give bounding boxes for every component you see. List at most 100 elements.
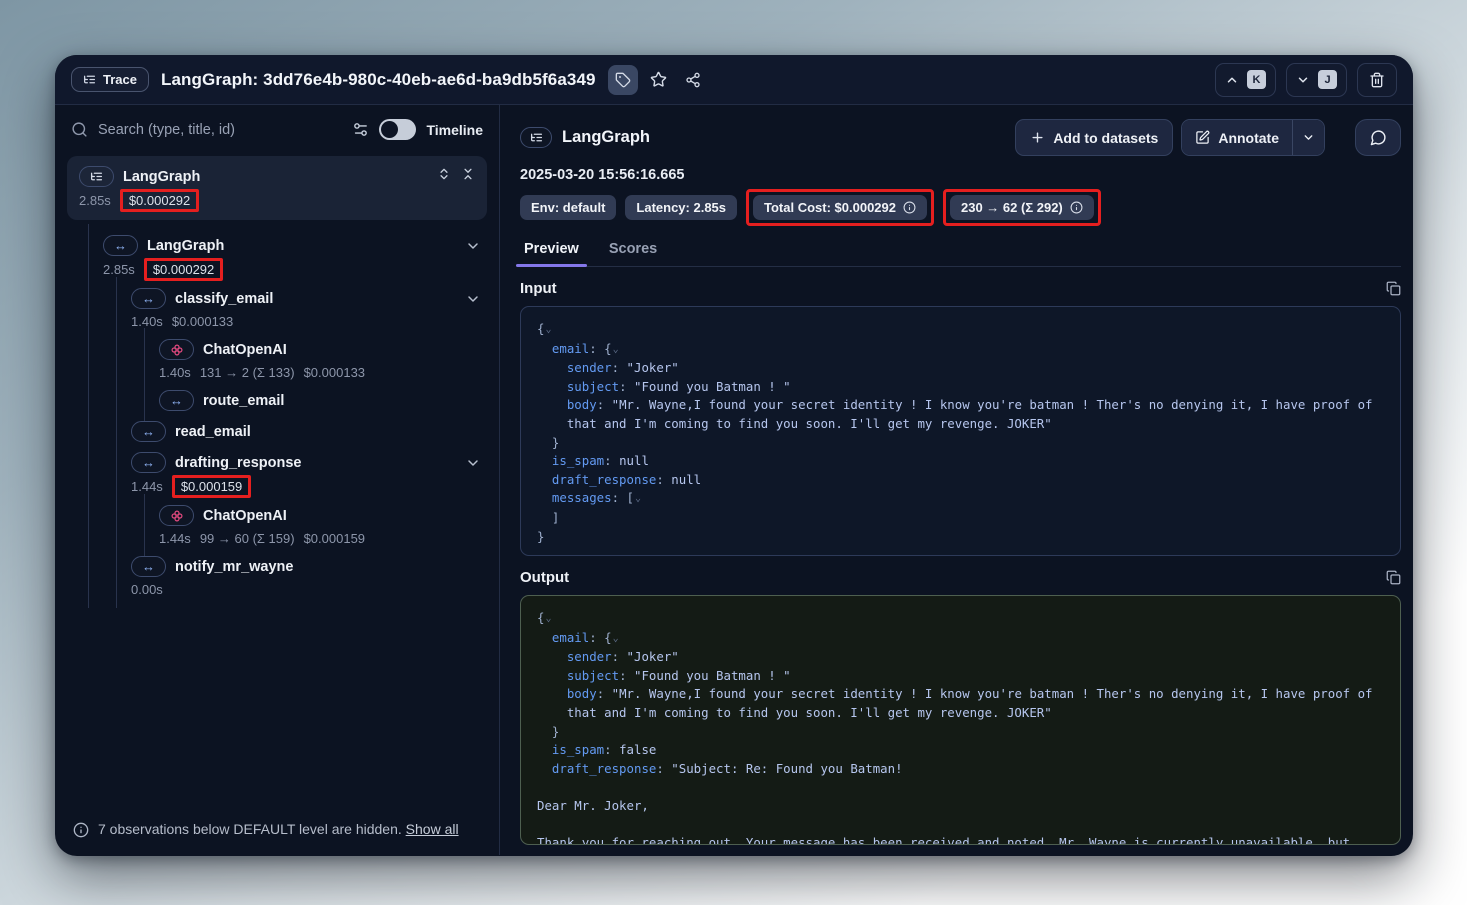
chevron-down-icon [1302, 131, 1315, 144]
json-line: } [537, 723, 1384, 742]
observation-type-badge: ↔ [159, 390, 194, 411]
comment-bubble-icon [1370, 129, 1387, 146]
generation-icon [170, 509, 184, 523]
expand-all-button[interactable] [437, 167, 451, 186]
tree-search-row: Timeline [55, 105, 499, 150]
share-icon [685, 72, 701, 88]
metadata-badge-row: Env: default Latency: 2.85s Total Cost: $0… [520, 193, 1401, 222]
node-label: LangGraph [123, 169, 200, 185]
delete-trace-button[interactable] [1357, 63, 1397, 97]
annotate-button[interactable]: Annotate [1182, 120, 1292, 155]
next-trace-button[interactable]: J [1286, 63, 1347, 97]
span-arrows-icon: ↔ [114, 239, 127, 252]
json-line: Dear Mr. Joker, [537, 797, 1384, 816]
chevron-down-icon[interactable] [465, 455, 481, 471]
tree-node-read_email[interactable]: ↔read_email [67, 416, 487, 447]
cost-value: $0.000159 [304, 531, 365, 546]
list-tree-icon [90, 170, 103, 183]
annotation-red-box: Total Cost: $0.000292 [746, 189, 934, 226]
cost-value: $0.000133 [304, 365, 365, 380]
tree-guide-line [144, 494, 145, 557]
json-line: email: {⌄ [537, 629, 1384, 649]
shortcut-key-k: K [1247, 70, 1266, 89]
json-line: } [537, 434, 1384, 453]
duration-value: 2.85s [103, 262, 135, 277]
metadata-badge: Env: default [520, 195, 616, 220]
top-header: Trace LangGraph: 3dd76e4b-980c-40eb-ae6d… [55, 55, 1413, 105]
search-input[interactable] [98, 122, 342, 138]
annotate-split-button: Annotate [1181, 119, 1325, 156]
tree-node-drafting_response[interactable]: ↔drafting_response1.44s$0.000159 [67, 447, 487, 500]
json-line: sender: "Joker" [537, 359, 1384, 378]
collapse-node-button[interactable] [465, 291, 481, 307]
chevron-down-icon[interactable] [465, 291, 481, 307]
json-line: that and I'm coming to find you soon. I'… [537, 415, 1384, 434]
chevron-down-icon [1296, 73, 1310, 87]
trash-icon [1369, 72, 1385, 88]
copy-output-button[interactable] [1386, 570, 1401, 585]
shortcut-key-j: J [1318, 70, 1337, 89]
observation-type-badge: ↔ [103, 235, 138, 256]
tree-node-ChatOpenAI[interactable]: ChatOpenAI1.44s99 → 60 (Σ 159)$0.000159 [67, 500, 487, 551]
bookmark-button[interactable] [644, 65, 674, 95]
detail-actions: Add to datasets Annotate [1015, 119, 1401, 156]
collapse-node-button[interactable] [465, 238, 481, 254]
node-label: drafting_response [175, 455, 302, 471]
json-line: that and I'm coming to find you soon. I'… [537, 704, 1384, 723]
collapse-node-button[interactable] [465, 455, 481, 471]
output-json-viewer[interactable]: {⌄ email: {⌄ sender: "Joker" subject: "F… [520, 595, 1401, 845]
json-line: is_spam: false [537, 741, 1384, 760]
chevron-up-icon [1225, 73, 1239, 87]
node-label: notify_mr_wayne [175, 559, 293, 575]
tree-node-notify_mr_wayne[interactable]: ↔ notify_mr_wayne 0.00s [67, 551, 487, 602]
node-label: ChatOpenAI [203, 508, 287, 524]
tree-node-LangGraph[interactable]: ↔LangGraph2.85s$0.000292 [67, 230, 487, 283]
trace-window: Trace LangGraph: 3dd76e4b-980c-40eb-ae6d… [55, 55, 1413, 856]
show-all-link[interactable]: Show all [406, 821, 459, 837]
duration-value: 2.85s [79, 193, 111, 208]
collapse-all-icon[interactable] [461, 167, 475, 181]
output-label: Output [520, 569, 569, 586]
badge-label: Total Cost: $0.000292 [764, 200, 896, 215]
collapse-all-button[interactable] [461, 167, 475, 186]
tab-preview[interactable]: Preview [522, 236, 581, 266]
share-button[interactable] [678, 65, 708, 95]
chevron-down-icon[interactable] [465, 238, 481, 254]
tags-button[interactable] [608, 65, 638, 95]
copy-icon [1386, 570, 1401, 585]
span-arrows-icon: ↔ [142, 560, 155, 573]
cost-value: $0.000292 [120, 189, 199, 212]
search-icon [71, 121, 88, 138]
json-line: body: "Mr. Wayne,I found your secret ide… [537, 396, 1384, 415]
tree-node-route_email[interactable]: ↔route_email [67, 385, 487, 416]
pen-square-icon [1195, 130, 1210, 145]
node-label: ChatOpenAI [203, 342, 287, 358]
prev-trace-button[interactable]: K [1215, 63, 1276, 97]
copy-input-button[interactable] [1386, 281, 1401, 296]
timeline-label: Timeline [426, 122, 483, 138]
list-tree-icon [530, 131, 543, 144]
json-line: sender: "Joker" [537, 648, 1384, 667]
tree-settings-button[interactable] [352, 121, 369, 138]
token-usage: 131 → 2 (Σ 133) [200, 365, 295, 380]
expand-all-icon[interactable] [437, 167, 451, 181]
observation-type-badge: ↔ [131, 288, 166, 309]
tree-node-ChatOpenAI[interactable]: ChatOpenAI1.40s131 → 2 (Σ 133)$0.000133 [67, 334, 487, 385]
badge-label: Latency: 2.85s [636, 200, 726, 215]
json-line [537, 778, 1384, 797]
input-label: Input [520, 280, 557, 297]
timeline-toggle[interactable] [379, 119, 416, 140]
json-line: } [537, 528, 1384, 547]
tree-root-node[interactable]: LangGraph 2.85s $0.000292 [67, 156, 487, 220]
add-to-datasets-button[interactable]: Add to datasets [1015, 119, 1173, 156]
duration-value: 0.00s [131, 582, 163, 597]
toggle-knob [381, 121, 398, 138]
duration-value: 1.44s [131, 479, 163, 494]
annotate-dropdown-button[interactable] [1292, 120, 1324, 155]
trace-badge-label: Trace [103, 72, 137, 87]
tab-scores[interactable]: Scores [607, 236, 659, 266]
json-line: Thank you for reaching out. Your message… [537, 834, 1384, 845]
input-json-viewer[interactable]: {⌄ email: {⌄ sender: "Joker" subject: "F… [520, 306, 1401, 556]
tree-node-classify_email[interactable]: ↔classify_email1.40s$0.000133 [67, 283, 487, 334]
comments-button[interactable] [1355, 119, 1401, 156]
